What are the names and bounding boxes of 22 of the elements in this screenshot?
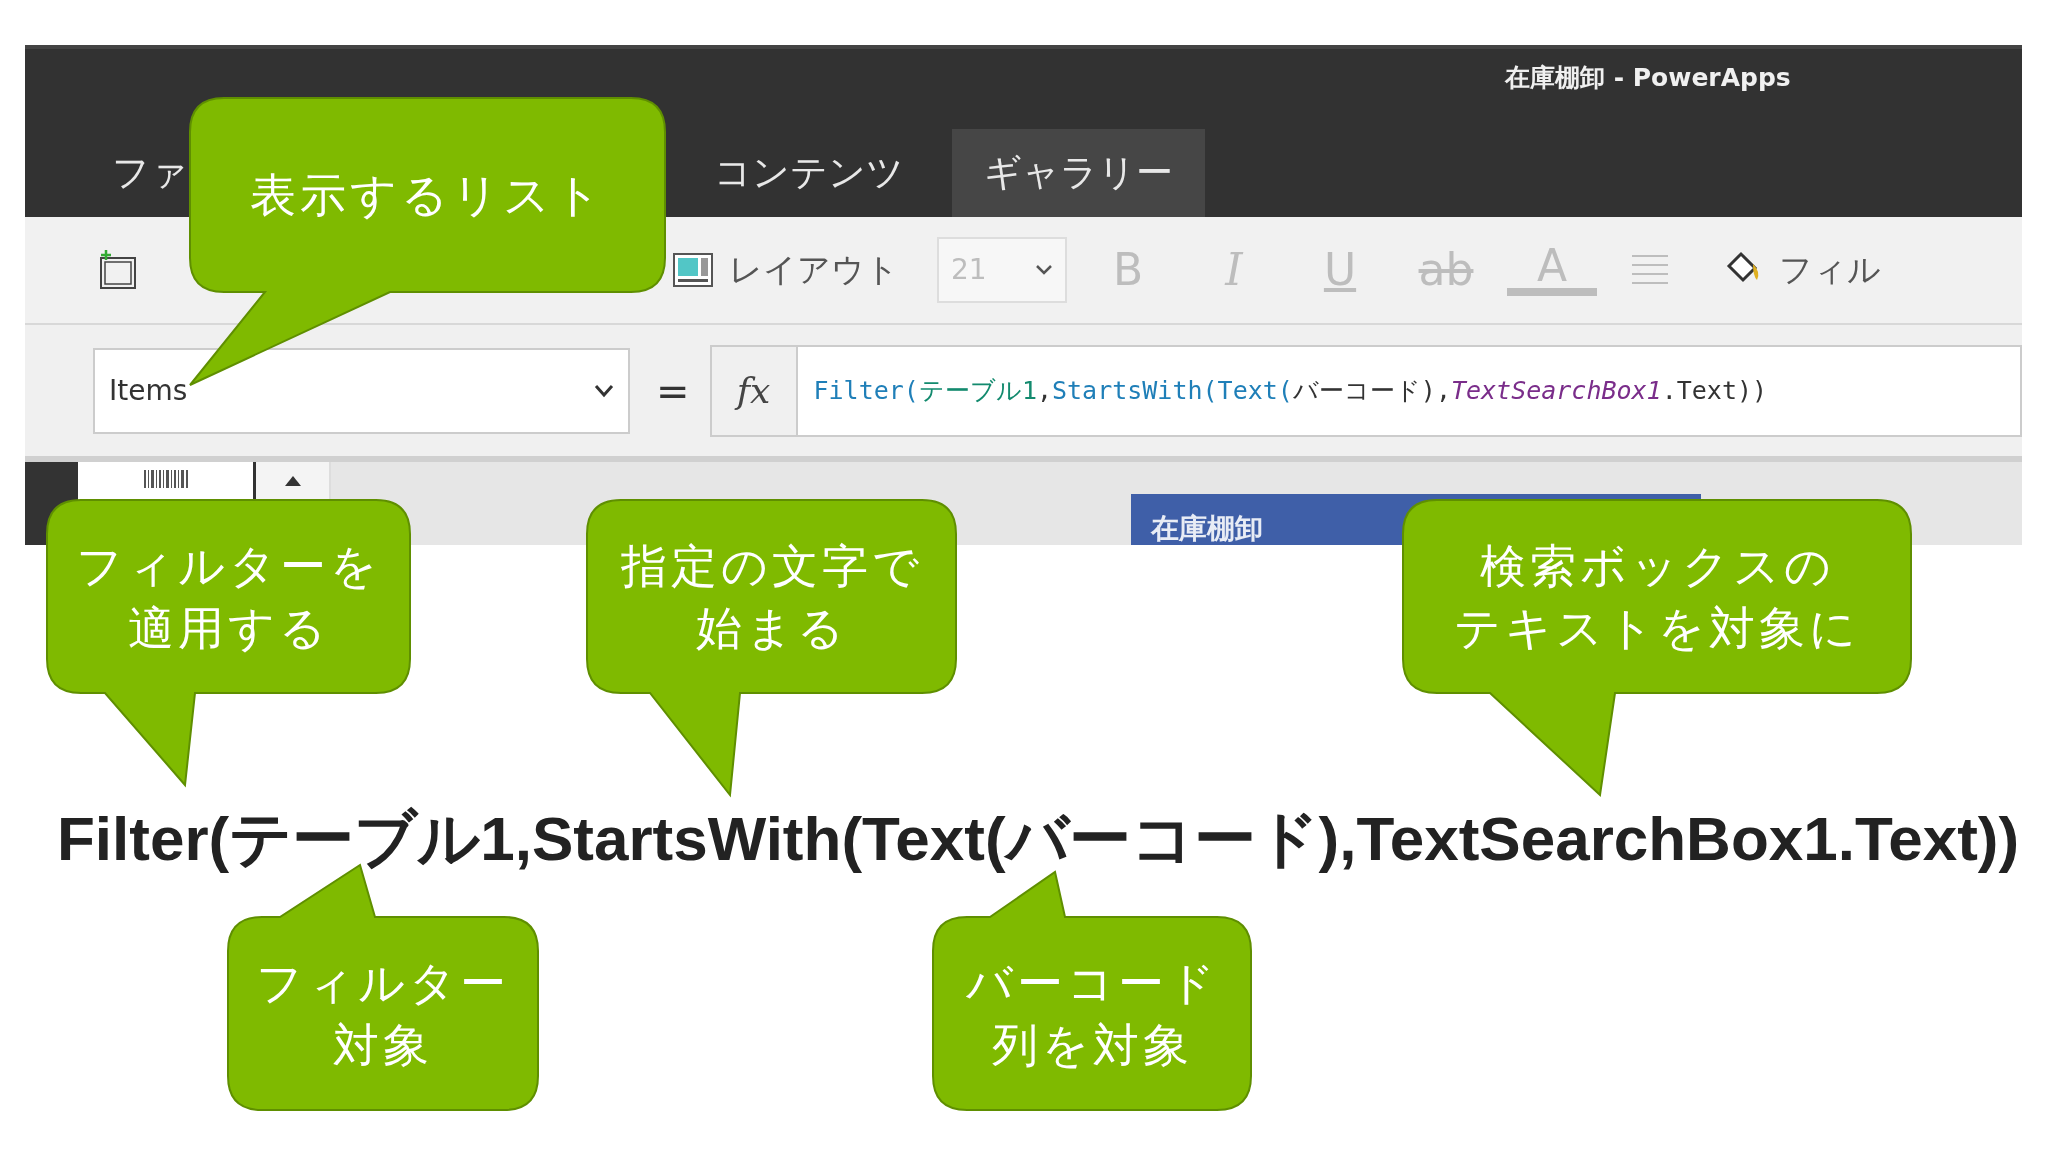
chevron-down-icon (1035, 264, 1053, 276)
toolbar-button[interactable]: フィル (1779, 245, 1881, 295)
formula-text: Filter(テーブル1,StartsWith(Text(バーコード),TextSearchBox1.Text)) (57, 803, 2020, 875)
callout-text: フィルター 対象 (256, 954, 510, 1074)
layout-icon[interactable] (673, 253, 713, 287)
toolbar-button[interactable]: レイアウト (729, 245, 899, 295)
callout-text: バーコード 列を対象 (965, 954, 1219, 1074)
ribbon-tab[interactable]: コンテンツ (682, 129, 936, 217)
barcode-icon (143, 470, 188, 488)
fx-button[interactable]: fx (709, 344, 798, 437)
chevron-down-icon (594, 383, 614, 398)
callout-text: 指定の文字で 始まる (620, 537, 923, 657)
ribbon-tab[interactable]: ファ (80, 129, 188, 217)
window-title: 在庫棚卸 - PowerApps (1505, 62, 1791, 95)
callout-text: 表示するリスト (250, 167, 605, 224)
scroll-up-icon[interactable] (284, 476, 301, 486)
formula-input[interactable]: Filter(テーブル1,StartsWith(Text(バーコード),TextSearchBox1.Text)) (797, 344, 2022, 437)
equals-sign: = (656, 366, 690, 416)
new-screen-icon[interactable] (98, 250, 138, 290)
callout-text: フィルターを 適用する (76, 537, 381, 657)
ribbon-tab[interactable]: ギャラリー (952, 129, 1205, 217)
property-dropdown[interactable]: Items (93, 347, 630, 434)
